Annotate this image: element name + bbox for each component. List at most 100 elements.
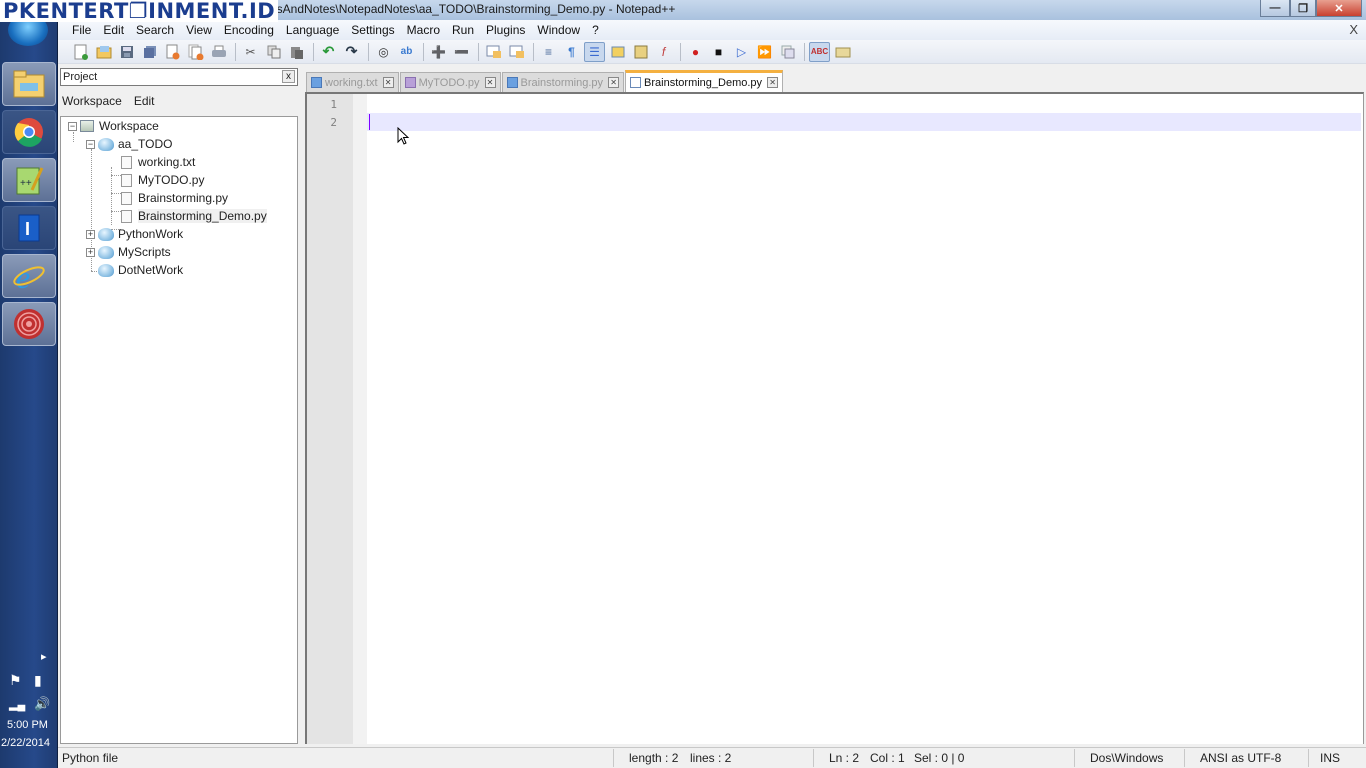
tree-project-aa-todo[interactable]: − aa_TODO: [86, 135, 172, 153]
menu-window[interactable]: Window: [531, 23, 586, 37]
redo-button[interactable]: ↷: [341, 42, 362, 62]
tree-file[interactable]: MyTODO.py: [121, 171, 204, 189]
play-macro-button[interactable]: ▷: [731, 42, 752, 62]
save-button[interactable]: [116, 42, 137, 62]
collapse-icon[interactable]: −: [86, 139, 95, 149]
sync-vertical-button[interactable]: [483, 42, 504, 62]
taskbar-app-i[interactable]: I: [2, 206, 56, 250]
action-center-flag-icon[interactable]: ⚑: [9, 672, 22, 689]
user-lang-icon: [611, 46, 624, 57]
tab-close-icon[interactable]: ✕: [767, 77, 779, 88]
zoom-out-button[interactable]: ➖: [451, 42, 472, 62]
tree-project-myscripts[interactable]: + MyScripts: [86, 243, 171, 261]
copy-button[interactable]: [263, 42, 284, 62]
network-icon[interactable]: ▂▄: [9, 698, 25, 711]
taskbar-chrome[interactable]: [2, 110, 56, 154]
print-icon: [211, 45, 226, 57]
stop-record-button[interactable]: ■: [708, 42, 729, 62]
toolbar-separator: [368, 42, 369, 61]
indent-guide-button[interactable]: ☰: [584, 41, 605, 62]
tab-close-icon[interactable]: ✕: [382, 77, 394, 88]
menu-encoding[interactable]: Encoding: [218, 23, 280, 37]
status-insert-mode[interactable]: INS: [1320, 751, 1340, 765]
menu-file[interactable]: File: [66, 23, 97, 37]
function-list-button[interactable]: f: [653, 42, 674, 62]
stop-icon: ■: [714, 44, 723, 59]
close-all-button[interactable]: [185, 42, 206, 62]
close-button-toolbar[interactable]: [162, 42, 183, 62]
volume-icon[interactable]: 🔊: [34, 696, 50, 712]
menu-plugins[interactable]: Plugins: [480, 23, 531, 37]
minimize-button[interactable]: —: [1260, 0, 1290, 17]
new-file-button[interactable]: [70, 42, 91, 62]
panel-menu-workspace[interactable]: Workspace: [62, 94, 122, 108]
menu-search[interactable]: Search: [130, 23, 180, 37]
tree-file-selected[interactable]: Brainstorming_Demo.py: [121, 207, 267, 225]
show-all-chars-button[interactable]: ¶: [561, 42, 582, 62]
menu-view[interactable]: View: [180, 23, 218, 37]
close-icon: ✕: [1334, 2, 1344, 15]
menu-run[interactable]: Run: [446, 23, 480, 37]
taskbar-notepadpp[interactable]: ++: [2, 158, 56, 202]
spell-check-button[interactable]: ABC: [809, 41, 830, 62]
sync-horizontal-button[interactable]: [506, 42, 527, 62]
status-bar: Python file length : 2 lines : 2 Ln : 2 …: [58, 747, 1366, 768]
panel-menu-edit[interactable]: Edit: [134, 94, 155, 108]
plugin-folder-button[interactable]: [832, 42, 853, 62]
tree-project-pythonwork[interactable]: + PythonWork: [86, 225, 183, 243]
tree-project-dotnetwork[interactable]: DotNetWork: [98, 261, 183, 279]
save-icon: [120, 45, 133, 58]
paste-button[interactable]: [286, 42, 307, 62]
find-button[interactable]: ◎: [373, 42, 394, 62]
cut-button[interactable]: ✂: [240, 42, 261, 62]
close-button[interactable]: ✕: [1316, 0, 1362, 17]
menu-edit[interactable]: Edit: [97, 23, 130, 37]
taskbar-target-app[interactable]: [2, 302, 56, 346]
taskbar-file-explorer[interactable]: [2, 62, 56, 106]
print-button[interactable]: [208, 42, 229, 62]
tree-label: Brainstorming.py: [138, 191, 229, 205]
taskbar-internet-explorer[interactable]: e: [2, 254, 56, 298]
tab-close-icon[interactable]: ✕: [608, 77, 620, 88]
maximize-button[interactable]: ❐: [1290, 0, 1316, 17]
collapse-icon[interactable]: −: [68, 121, 77, 131]
power-icon[interactable]: ▮: [34, 672, 42, 689]
menu-macro[interactable]: Macro: [401, 23, 446, 37]
word-wrap-button[interactable]: ≡: [538, 42, 559, 62]
close-all-icon: [188, 44, 203, 60]
menu-help[interactable]: ?: [586, 23, 605, 37]
tab-label: MyTODO.py: [418, 76, 480, 89]
open-file-button[interactable]: [93, 42, 114, 62]
close-document-button[interactable]: X: [1349, 22, 1358, 37]
run-macro-multiple-button[interactable]: ⏩: [754, 42, 775, 62]
clock-time[interactable]: 5:00 PM: [7, 719, 48, 731]
tab-brainstorming-demo-py[interactable]: Brainstorming_Demo.py ✕: [625, 70, 784, 92]
status-separator: [1184, 749, 1185, 767]
menu-language[interactable]: Language: [280, 23, 345, 37]
tab-mytodo-py[interactable]: MyTODO.py ✕: [399, 72, 501, 92]
editor[interactable]: 1 2: [305, 92, 1364, 744]
tree-workspace[interactable]: − Workspace: [68, 117, 159, 135]
save-all-button[interactable]: [139, 42, 160, 62]
expand-icon[interactable]: +: [86, 229, 95, 239]
status-eol-format[interactable]: Dos\Windows: [1090, 751, 1163, 765]
status-encoding[interactable]: ANSI as UTF-8: [1200, 751, 1281, 765]
expand-icon[interactable]: +: [86, 247, 95, 257]
replace-button[interactable]: ab: [396, 42, 417, 62]
undo-button[interactable]: ↶: [318, 42, 339, 62]
show-hidden-icons[interactable]: ▸: [41, 650, 47, 663]
user-defined-lang-button[interactable]: [607, 42, 628, 62]
tree-label: DotNetWork: [118, 263, 184, 277]
tree-file[interactable]: Brainstorming.py: [121, 189, 228, 207]
menu-settings[interactable]: Settings: [345, 23, 400, 37]
doc-map-button[interactable]: [630, 42, 651, 62]
tab-brainstorming-py[interactable]: Brainstorming.py ✕: [501, 72, 625, 92]
record-macro-button[interactable]: ●: [685, 42, 706, 62]
tab-close-icon[interactable]: ✕: [484, 77, 496, 88]
panel-close-button[interactable]: x: [282, 70, 295, 83]
tab-working-txt[interactable]: working.txt ✕: [306, 72, 399, 92]
tree-file[interactable]: working.txt: [121, 153, 195, 171]
zoom-in-button[interactable]: ➕: [428, 42, 449, 62]
save-macro-button[interactable]: [777, 42, 798, 62]
clock-date[interactable]: 2/22/2014: [1, 737, 50, 749]
